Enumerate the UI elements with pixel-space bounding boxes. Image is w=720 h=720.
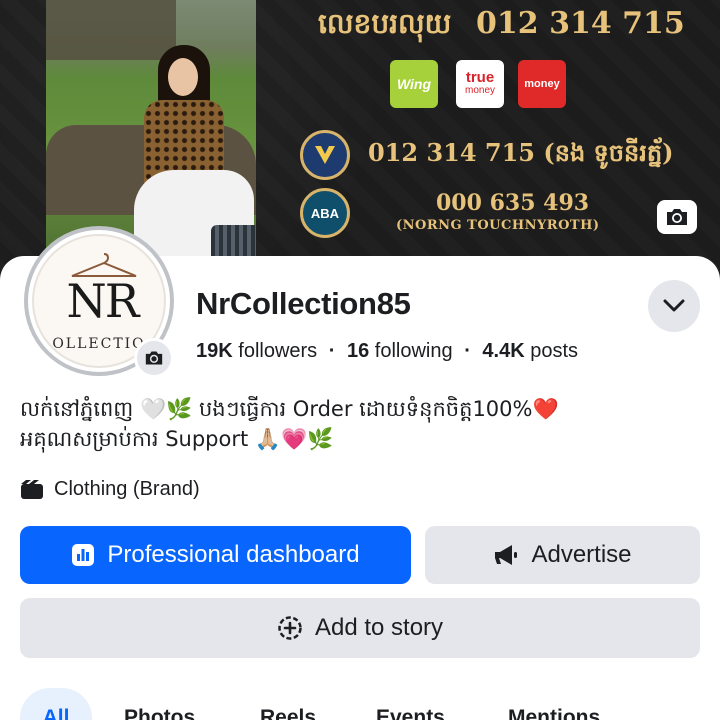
cover-model-photo <box>46 0 256 262</box>
advertise-label: Advertise <box>531 541 632 568</box>
stats-separator: · <box>464 340 471 362</box>
professional-dashboard-label: Professional dashboard <box>107 541 360 568</box>
stats-separator: · <box>328 340 336 362</box>
truemoney-logo: true money <box>456 60 504 108</box>
add-to-story-button[interactable]: Add to story <box>20 598 700 658</box>
wing-logo: Wing <box>390 60 438 108</box>
money-logo: money <box>518 60 566 108</box>
professional-dashboard-button[interactable]: Professional dashboard <box>20 526 411 584</box>
edit-avatar-camera-icon[interactable] <box>134 338 174 378</box>
edit-cover-camera-icon[interactable] <box>657 200 697 234</box>
tab-events[interactable]: Events <box>376 688 445 720</box>
megaphone-icon <box>495 545 518 565</box>
profile-bio: លក់នៅភ្នំពេញ 🤍🌿 បងៗធ្វើការ Order ដោយទំនុ… <box>20 394 700 454</box>
profile-tabs: All Photos Reels Events Mentions <box>20 688 720 720</box>
aba-logo: ABA <box>300 188 350 238</box>
profile-stats: 19K followers · 16 following · 4.4K post… <box>196 340 578 363</box>
logo-text-main: NR <box>66 274 140 328</box>
following-label[interactable]: following <box>375 340 453 362</box>
posts-label: posts <box>530 340 579 362</box>
followers-label[interactable]: followers <box>238 340 317 362</box>
chevron-down-icon <box>663 299 685 312</box>
add-story-icon <box>278 616 302 640</box>
bank-account-holder: (NORNG TOUCHNYROTH) <box>396 218 600 233</box>
add-to-story-label: Add to story <box>314 614 444 641</box>
dashboard-icon <box>72 544 95 566</box>
advertise-button[interactable]: Advertise <box>425 526 700 584</box>
followers-count[interactable]: 19K <box>196 340 233 362</box>
bank-account-line-1: 012 314 715 (នង ទូចនីរត្ន័) <box>368 138 674 167</box>
tab-reels[interactable]: Reels <box>260 688 316 720</box>
bank-account-line-2: 000 635 493 <box>436 190 590 216</box>
account-number: 012 314 715 <box>476 6 685 41</box>
tab-mentions[interactable]: Mentions <box>508 688 600 720</box>
tab-all[interactable]: All <box>20 688 92 720</box>
bank-v-logo-icon <box>300 130 350 180</box>
tab-photos[interactable]: Photos <box>124 688 195 720</box>
account-label: លេខបរលុយ <box>318 7 452 40</box>
page-category: Clothing (Brand) <box>20 478 200 501</box>
following-count[interactable]: 16 <box>347 340 369 362</box>
posts-count: 4.4K <box>482 340 525 362</box>
clapperboard-icon <box>21 479 43 499</box>
bio-line: អគុណសម្រាប់ការ Support 🙏🏼💗🌿 <box>20 427 334 451</box>
page-title: NrCollection85 <box>196 286 411 321</box>
more-options-button[interactable] <box>648 280 700 332</box>
bio-line: លក់នៅភ្នំពេញ 🤍🌿 បងៗធ្វើការ Order ដោយទំនុ… <box>20 397 559 421</box>
category-label: Clothing (Brand) <box>54 478 200 500</box>
